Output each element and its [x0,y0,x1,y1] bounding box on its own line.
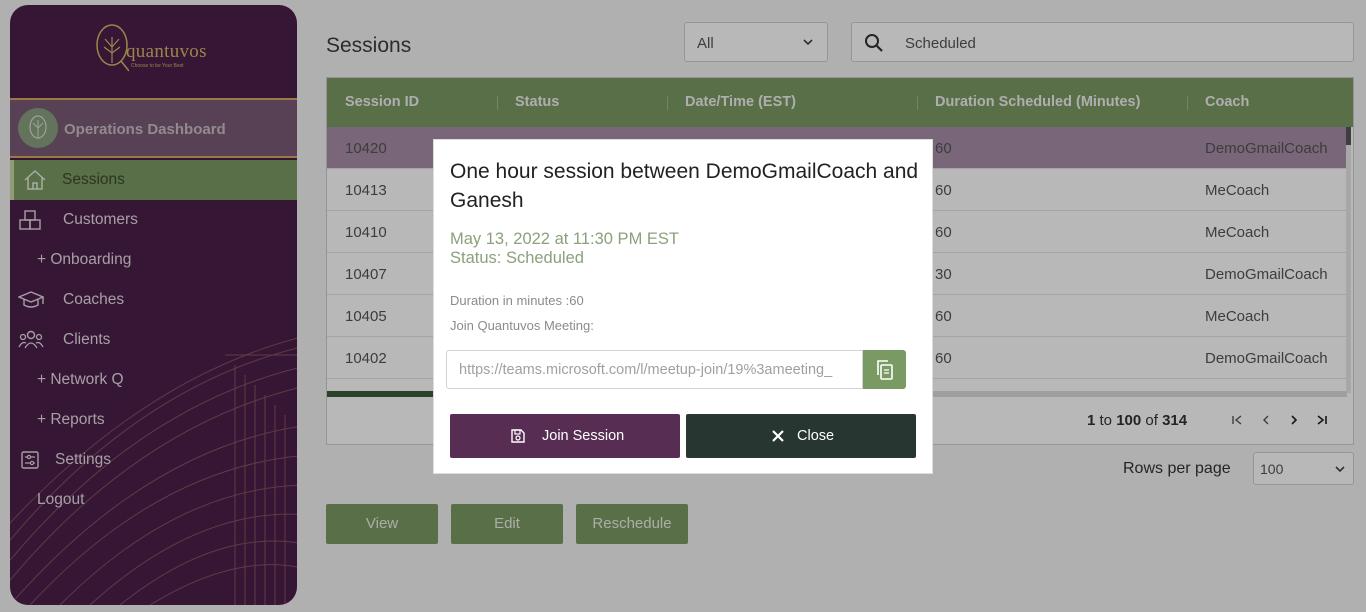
copy-icon [877,360,893,380]
copy-link-button[interactable] [863,350,906,389]
session-datetime: May 13, 2022 at 11:30 PM EST [450,230,679,248]
meeting-link-field[interactable]: https://teams.microsoft.com/l/meetup-joi… [446,350,863,389]
session-status: Status: Scheduled [450,249,584,267]
save-icon [511,429,525,443]
close-label: Close [797,428,835,444]
close-icon [772,430,784,442]
meeting-link-value: https://teams.microsoft.com/l/meetup-joi… [459,362,833,378]
session-duration: Duration in minutes :60 [450,293,584,308]
close-button[interactable]: Close [686,414,916,458]
session-details-modal: One hour session between DemoGmailCoach … [433,139,933,474]
join-session-button[interactable]: Join Session [450,414,680,458]
join-meeting-label: Join Quantuvos Meeting: [450,318,594,333]
join-session-label: Join Session [542,428,625,444]
modal-title: One hour session between DemoGmailCoach … [450,160,919,212]
